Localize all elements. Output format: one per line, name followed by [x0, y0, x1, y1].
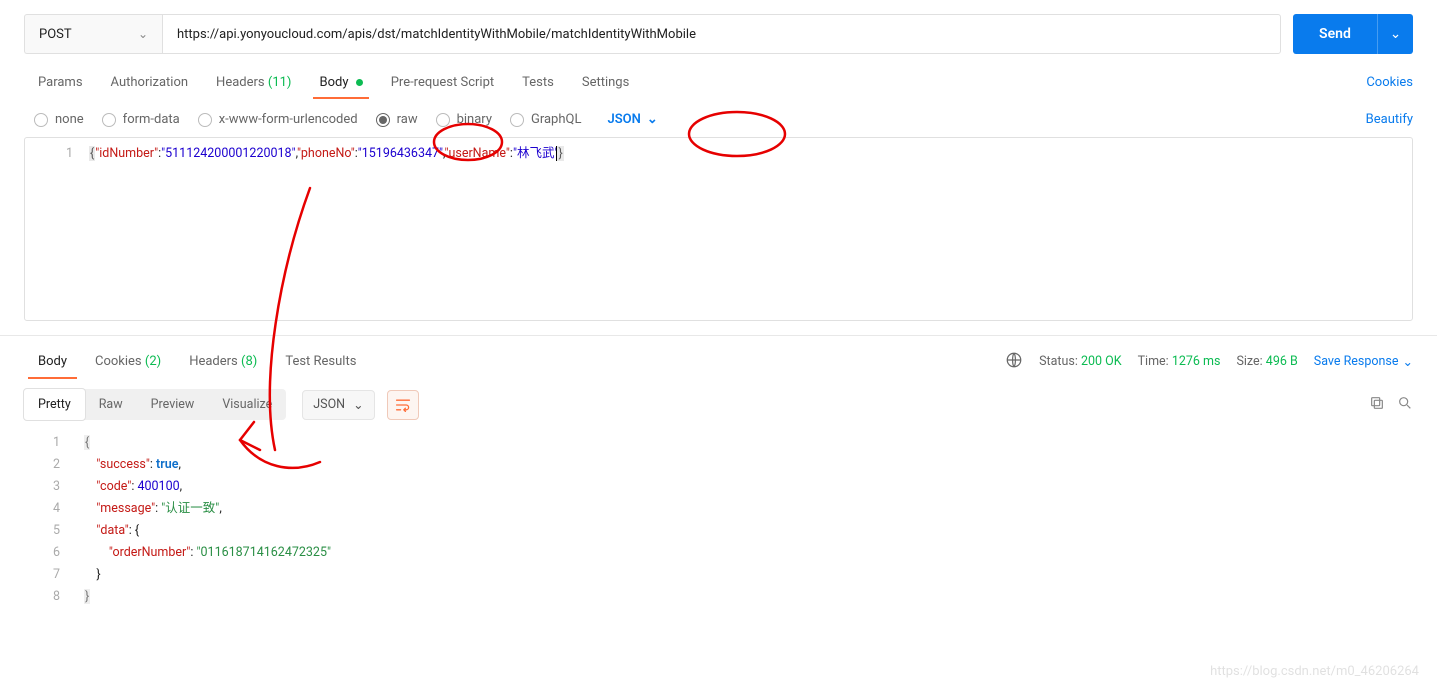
radio-urlencoded[interactable]: x-www-form-urlencoded: [198, 112, 358, 127]
code-content: {"idNumber":"511124200001220018","phoneN…: [85, 138, 1412, 320]
resp-tab-body[interactable]: Body: [24, 346, 81, 377]
save-response-button[interactable]: Save Response ⌄: [1314, 354, 1413, 370]
radio-raw[interactable]: raw: [376, 112, 418, 127]
view-tab-pretty[interactable]: Pretty: [23, 388, 86, 421]
radio-icon: [510, 113, 524, 127]
radio-checked-icon: [376, 113, 390, 127]
chevron-down-icon: ⌄: [138, 27, 148, 41]
resp-cookies-count: (2): [145, 354, 161, 369]
radio-icon: [198, 113, 212, 127]
resp-tab-cookies[interactable]: Cookies (2): [81, 346, 175, 377]
view-tab-preview[interactable]: Preview: [137, 389, 209, 420]
tab-body-label: Body: [319, 75, 348, 90]
response-body-viewer[interactable]: 12345678 { "success": true, "code": 4001…: [24, 428, 1413, 608]
globe-icon: [1005, 351, 1023, 373]
time-info: Time: 1276 ms: [1138, 354, 1221, 369]
resp-gutter: 12345678: [24, 428, 74, 608]
response-format-dropdown[interactable]: JSON ⌄: [302, 390, 374, 420]
http-method-select[interactable]: POST ⌄: [24, 14, 162, 54]
cookies-link[interactable]: Cookies: [1366, 67, 1413, 98]
search-icon[interactable]: [1397, 395, 1413, 415]
view-tab-visualize[interactable]: Visualize: [208, 389, 286, 420]
chevron-down-icon: ⌄: [1390, 27, 1401, 42]
tab-prerequest[interactable]: Pre-request Script: [377, 67, 508, 98]
response-view-tabs: Pretty Raw Preview Visualize: [24, 389, 286, 420]
send-dropdown-button[interactable]: ⌄: [1377, 14, 1413, 54]
tab-headers[interactable]: Headers (11): [202, 67, 305, 98]
copy-icon[interactable]: [1369, 395, 1385, 415]
radio-icon: [436, 113, 450, 127]
request-body-editor[interactable]: 1 {"idNumber":"511124200001220018","phon…: [24, 137, 1413, 321]
resp-tab-testresults[interactable]: Test Results: [271, 346, 370, 377]
body-modified-dot-icon: [356, 79, 363, 86]
headers-count: (11): [268, 75, 292, 90]
chevron-down-icon: ⌄: [353, 397, 363, 413]
tab-body[interactable]: Body: [305, 67, 376, 98]
radio-icon: [102, 113, 116, 127]
watermark-text: https://blog.csdn.net/m0_46206264: [1210, 664, 1419, 679]
tab-params[interactable]: Params: [24, 67, 97, 98]
size-info: Size: 496 B: [1236, 354, 1297, 369]
radio-icon: [34, 113, 48, 127]
wrap-icon: [395, 398, 411, 412]
radio-none[interactable]: none: [34, 112, 84, 127]
send-button[interactable]: Send: [1293, 14, 1377, 54]
wrap-lines-button[interactable]: [387, 390, 419, 420]
line-gutter: 1: [25, 138, 85, 320]
chevron-down-icon: ⌄: [647, 112, 658, 127]
resp-headers-count: (8): [241, 354, 257, 369]
beautify-link[interactable]: Beautify: [1366, 112, 1413, 127]
tab-authorization[interactable]: Authorization: [97, 67, 203, 98]
resp-code-content: { "success": true, "code": 400100, "mess…: [74, 428, 1413, 608]
radio-binary[interactable]: binary: [436, 112, 492, 127]
tab-headers-label: Headers: [216, 75, 265, 90]
radio-graphql[interactable]: GraphQL: [510, 112, 581, 127]
raw-type-label: JSON: [607, 112, 640, 127]
status-info: Status: 200 OK: [1039, 354, 1122, 369]
tab-tests[interactable]: Tests: [508, 67, 568, 98]
view-tab-raw[interactable]: Raw: [85, 389, 137, 420]
url-input[interactable]: [162, 14, 1281, 54]
http-method-label: POST: [39, 27, 72, 42]
resp-tab-headers[interactable]: Headers (8): [175, 346, 271, 377]
raw-type-dropdown[interactable]: JSON ⌄: [607, 112, 657, 127]
chevron-down-icon: ⌄: [1403, 354, 1413, 370]
tab-settings[interactable]: Settings: [568, 67, 643, 98]
radio-form-data[interactable]: form-data: [102, 112, 180, 127]
